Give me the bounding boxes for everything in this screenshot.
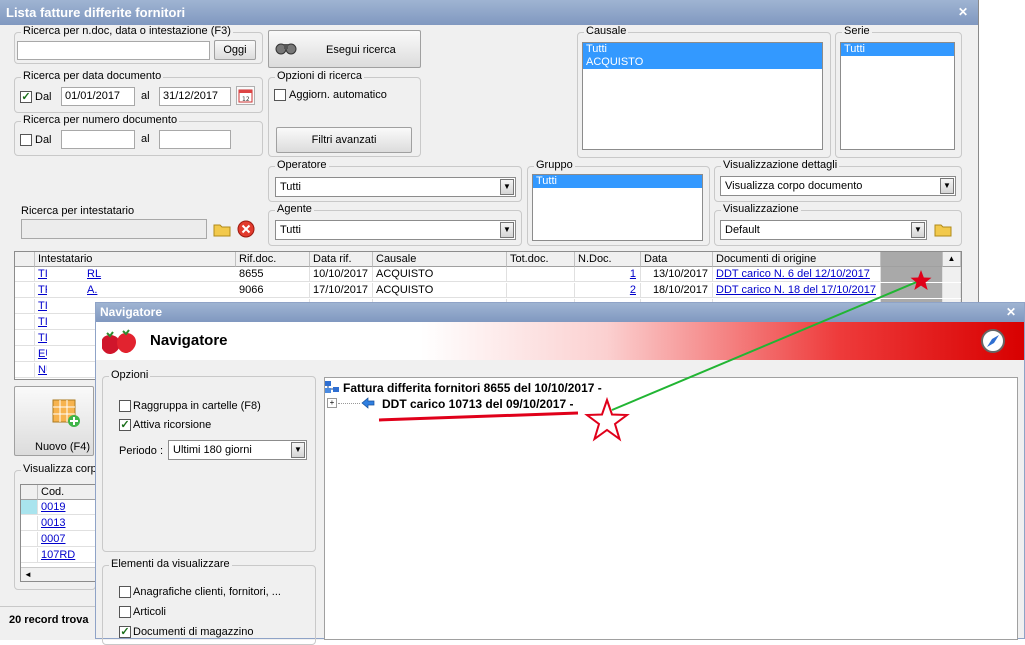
annotation-underline [378,411,579,422]
annotation-overlay [378,270,932,442]
annotation-connector-line [611,280,920,411]
star-filled-icon [910,270,932,290]
